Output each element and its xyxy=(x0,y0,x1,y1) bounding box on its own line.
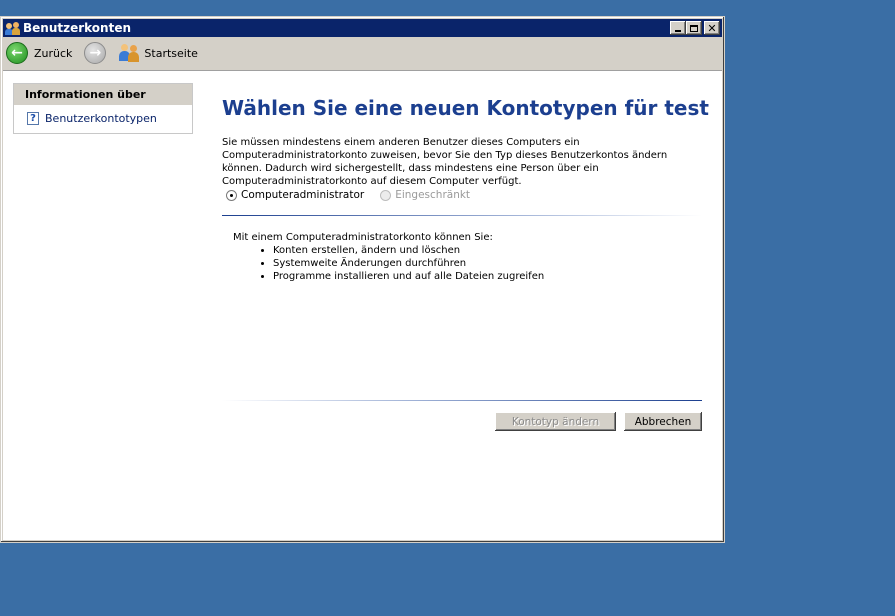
change-account-type-button: Kontotyp ändern xyxy=(495,412,616,431)
cancel-button[interactable]: Abbrechen xyxy=(624,412,702,431)
home-label: Startseite xyxy=(144,46,198,60)
content-area: Informationen über ? Benutzerkontotypen … xyxy=(3,70,722,540)
home-button[interactable]: Startseite xyxy=(106,43,198,63)
description-text: Sie müssen mindestens einem anderen Benu… xyxy=(222,137,668,187)
info-panel-header: Informationen über xyxy=(14,84,192,105)
maximize-button[interactable] xyxy=(686,21,702,35)
radio-admin-label: Computeradministrator xyxy=(241,189,365,201)
users-icon xyxy=(118,43,140,63)
admin-info: Mit einem Computeradministratorkonto kön… xyxy=(233,231,544,283)
radio-limited-label: Eingeschränkt xyxy=(395,189,471,201)
back-button[interactable]: ← Zurück xyxy=(6,42,72,64)
radio-limited: Eingeschränkt xyxy=(380,189,470,201)
minimize-button[interactable] xyxy=(670,21,686,35)
help-icon: ? xyxy=(27,112,39,125)
account-types-link-label: Benutzerkontotypen xyxy=(45,112,157,125)
admin-info-intro: Mit einem Computeradministratorkonto kön… xyxy=(233,232,493,243)
account-types-link[interactable]: ? Benutzerkontotypen xyxy=(14,105,192,132)
back-arrow-icon: ← xyxy=(6,42,28,64)
close-icon: ✕ xyxy=(707,21,717,35)
navigation-toolbar: ← Zurück → Startseite xyxy=(3,37,722,69)
minimize-icon xyxy=(675,30,681,32)
forward-arrow-icon: → xyxy=(84,42,107,64)
back-label: Zurück xyxy=(34,46,73,60)
list-item: Programme installieren und auf alle Date… xyxy=(273,270,544,283)
user-accounts-window: Benutzerkonten ✕ ← Zurück → Startseite I… xyxy=(0,16,725,543)
list-item: Konten erstellen, ändern und löschen xyxy=(273,244,544,257)
list-item: Systemweite Änderungen durchführen xyxy=(273,257,544,270)
info-panel: Informationen über ? Benutzerkontotypen xyxy=(13,83,193,134)
admin-capabilities-list: Konten erstellen, ändern und löschen Sys… xyxy=(233,244,544,283)
user-accounts-icon xyxy=(5,21,21,35)
close-button[interactable]: ✕ xyxy=(704,21,720,35)
radio-checked-icon xyxy=(226,189,237,201)
forward-button[interactable]: → xyxy=(84,42,107,64)
maximize-icon xyxy=(690,24,698,32)
title-bar[interactable]: Benutzerkonten ✕ xyxy=(3,19,722,37)
radio-computer-administrator[interactable]: Computeradministrator xyxy=(226,189,364,201)
divider-bottom xyxy=(222,400,702,401)
page-title: Wählen Sie eine neuen Kontotypen für tes… xyxy=(222,96,709,120)
window-title: Benutzerkonten xyxy=(23,21,132,35)
radio-disabled-icon xyxy=(380,189,392,201)
action-buttons: Kontotyp ändern Abbrechen xyxy=(487,412,702,431)
account-type-options: Computeradministrator Eingeschränkt xyxy=(226,189,486,201)
divider-top xyxy=(222,215,702,216)
